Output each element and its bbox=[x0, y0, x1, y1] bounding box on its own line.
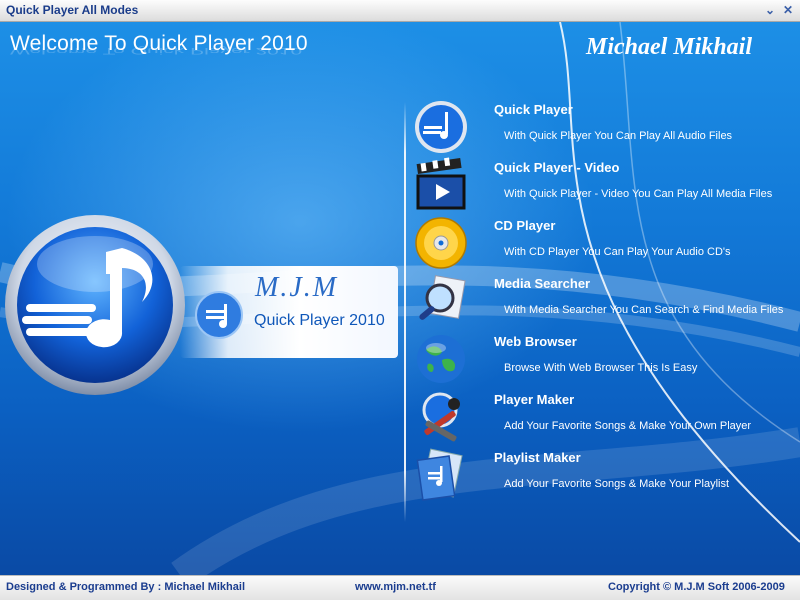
menu-item-title: Web Browser bbox=[494, 334, 577, 349]
author-signature: Michael Mikhail bbox=[586, 34, 753, 60]
magnifier-icon bbox=[419, 275, 466, 320]
menu-item-title: Quick Player bbox=[494, 102, 573, 117]
menu-divider bbox=[404, 102, 406, 522]
mjm-badge: M.J.M Quick Player 2010 bbox=[180, 266, 398, 358]
menu-item-playlist-maker[interactable]: Playlist Maker Add Your Favorite Songs &… bbox=[412, 446, 792, 504]
designer-credit: Designed & Programmed By : Michael Mikha… bbox=[6, 581, 246, 593]
window-title: Quick Player All Modes bbox=[6, 3, 139, 17]
film-clapper-icon bbox=[416, 157, 466, 210]
menu-item-web-browser[interactable]: Web Browser Browse With Web Browser This… bbox=[412, 330, 792, 388]
cd-disc-icon bbox=[415, 217, 467, 269]
status-bar: Designed & Programmed By : Michael Mikha… bbox=[0, 575, 800, 600]
menu-item-desc: With Quick Player - Video You Can Play A… bbox=[504, 188, 773, 200]
welcome-reflection: Welcome To Quick Player 2010 bbox=[10, 45, 303, 56]
copyright-text: Copyright © M.J.M Soft 2006-2009 bbox=[608, 581, 785, 593]
quick-player-logo-icon bbox=[5, 215, 185, 395]
menu-item-title: Player Maker bbox=[494, 392, 575, 407]
playlist-icon bbox=[416, 448, 463, 501]
menu-item-player-maker[interactable]: Player Maker Add Your Favorite Songs & M… bbox=[412, 388, 792, 446]
website-link[interactable]: www.mjm.net.tf bbox=[355, 581, 436, 593]
menu-item-title: Media Searcher bbox=[494, 276, 591, 291]
player-maker-icon bbox=[422, 392, 460, 442]
menu-item-desc: With CD Player You Can Play Your Audio C… bbox=[504, 246, 731, 258]
mjm-logo-icon bbox=[195, 291, 243, 339]
close-button[interactable]: ✕ bbox=[780, 2, 796, 18]
menu-item-cd-player[interactable]: CD Player With CD Player You Can Play Yo… bbox=[412, 214, 792, 272]
quick-player-icon bbox=[415, 101, 467, 153]
menu-item-desc: Browse With Web Browser This Is Easy bbox=[504, 362, 698, 374]
mjm-logo-text: M.J.M bbox=[255, 272, 339, 303]
main-panel: Welcome To Quick Player 2010 Welcome To … bbox=[0, 22, 800, 575]
menu-item-quick-player[interactable]: Quick Player With Quick Player You Can P… bbox=[412, 98, 792, 156]
menu-item-desc: Add Your Favorite Songs & Make Your Play… bbox=[504, 478, 730, 490]
app-window: Quick Player All Modes ⌄ ✕ Welcome To Qu… bbox=[0, 0, 800, 600]
menu-item-desc: With Quick Player You Can Play All Audio… bbox=[504, 130, 733, 142]
minimize-button[interactable]: ⌄ bbox=[762, 2, 778, 18]
menu-item-title: Playlist Maker bbox=[494, 450, 581, 465]
product-name: Quick Player 2010 bbox=[254, 312, 385, 329]
menu-item-desc: Add Your Favorite Songs & Make Your Own … bbox=[504, 420, 752, 432]
menu-item-title: CD Player bbox=[494, 218, 556, 233]
title-bar[interactable]: Quick Player All Modes ⌄ ✕ bbox=[0, 0, 800, 22]
menu-item-desc: With Media Searcher You Can Search & Fin… bbox=[504, 304, 784, 316]
menu-item-quick-player-video[interactable]: Quick Player - Video With Quick Player -… bbox=[412, 156, 792, 214]
menu-item-title: Quick Player - Video bbox=[494, 160, 620, 175]
globe-icon bbox=[417, 335, 465, 383]
menu-item-media-searcher[interactable]: Media Searcher With Media Searcher You C… bbox=[412, 272, 792, 330]
